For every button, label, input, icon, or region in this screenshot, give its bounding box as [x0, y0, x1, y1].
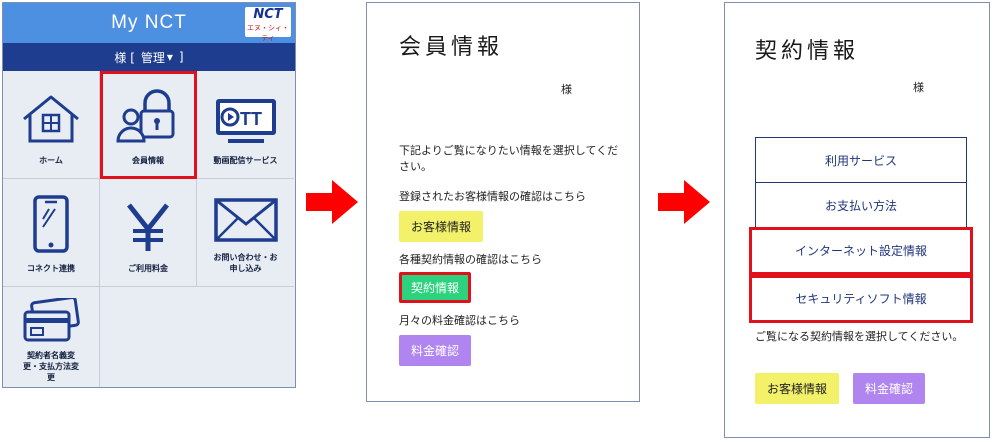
ott-icon: TT	[215, 99, 276, 143]
user-honorific: 様 [	[114, 50, 135, 65]
contract-info-button[interactable]: 契約情報	[399, 272, 472, 303]
customer-info-prompt: 登録されたお客様情報の確認はこちら	[399, 190, 586, 203]
fee-check-button[interactable]: 料金確認	[853, 373, 926, 404]
service-item-payment[interactable]: お支払い方法	[755, 183, 967, 229]
menu-label: ホーム	[39, 156, 63, 165]
menu-item-contract-change[interactable]: 契約者名義変更・支払方法変更	[3, 287, 100, 387]
flow-arrow-icon	[658, 180, 710, 224]
contract-info-prompt: 各種契約情報の確認はこちら	[399, 253, 542, 266]
member-info-screen: 会員情報 様 下記よりご覧になりたい情報を選択してください。 登録されたお客様情…	[366, 2, 640, 402]
menu-label: お問い合わせ・お申し込み	[213, 253, 278, 273]
menu-item-connect[interactable]: コネクト連携	[3, 179, 100, 287]
user-honorific: 様	[913, 81, 924, 94]
menu-item-video-streaming[interactable]: TT 動画配信サービス	[197, 71, 294, 179]
app-header: My NCT NCT エヌ・シィ・ティ	[3, 3, 295, 43]
member-info-body: 下記よりご覧になりたい情報を選択してください。 登録されたお客様情報の確認はこち…	[399, 143, 619, 366]
contract-info-screen: 契約情報 様 利用サービス お支払い方法 インターネット設定情報 セキュリティソ…	[724, 2, 990, 438]
smartphone-icon	[33, 195, 69, 253]
menu-grid: ホーム 会員情報 TT 動画配信サービス コネクト連携 ご利用料金 お問い合わせ…	[3, 71, 295, 387]
manage-dropdown[interactable]: 管理 ▾	[141, 49, 173, 66]
menu-label: 会員情報	[132, 156, 164, 165]
fee-prompt: 月々の料金確認はこちら	[399, 314, 520, 327]
page-title: 契約情報	[755, 39, 860, 64]
yen-icon	[127, 203, 169, 251]
house-icon	[23, 95, 79, 143]
member-lock-icon	[116, 89, 175, 143]
menu-label: ご利用料金	[128, 264, 168, 273]
contract-service-list: 利用サービス お支払い方法 インターネット設定情報 セキュリティソフト情報	[749, 137, 973, 323]
menu-label: 動画配信サービス	[213, 156, 278, 165]
menu-item-member-info[interactable]: 会員情報	[100, 71, 197, 179]
user-bar: 様 [ 管理 ▾ ]	[3, 43, 295, 71]
svg-text:TT: TT	[240, 109, 262, 129]
envelope-icon	[213, 198, 278, 242]
nct-logo: NCT エヌ・シィ・ティ	[245, 7, 291, 42]
contract-actions: お客様情報 料金確認	[755, 373, 926, 404]
service-item-internet-settings[interactable]: インターネット設定情報	[749, 227, 973, 275]
app-title: My NCT	[111, 12, 187, 33]
intro-text: 下記よりご覧になりたい情報を選択してください。	[399, 144, 619, 173]
chevron-down-icon: ▾	[166, 50, 173, 64]
flow-arrow-icon	[306, 180, 358, 224]
user-bracket-close: ]	[178, 50, 184, 64]
customer-info-button[interactable]: お客様情報	[755, 373, 840, 404]
logo-sub-text: エヌ・シィ・ティ	[247, 24, 289, 42]
app-menu-screen: My NCT NCT エヌ・シィ・ティ 様 [ 管理 ▾ ] ホーム 会員情報 …	[2, 2, 296, 388]
service-item-usage[interactable]: 利用サービス	[755, 137, 967, 183]
menu-item-home[interactable]: ホーム	[3, 71, 100, 179]
logo-main-text: NCT	[253, 7, 283, 22]
manage-label: 管理	[140, 50, 165, 65]
menu-item-usage-fee[interactable]: ご利用料金	[100, 179, 197, 287]
menu-item-contact[interactable]: お問い合わせ・お申し込み	[197, 179, 294, 287]
select-note: ご覧になる契約情報を選択してください。	[755, 330, 964, 343]
user-honorific: 様	[561, 83, 572, 96]
fee-check-button[interactable]: 料金確認	[399, 335, 472, 366]
menu-label: コネクト連携	[27, 264, 75, 273]
page-title: 会員情報	[399, 35, 504, 60]
service-item-security-software[interactable]: セキュリティソフト情報	[749, 275, 973, 323]
customer-info-button[interactable]: お客様情報	[399, 211, 484, 242]
menu-label: 契約者名義変更・支払方法変更	[23, 351, 79, 382]
credit-cards-icon	[23, 298, 80, 342]
